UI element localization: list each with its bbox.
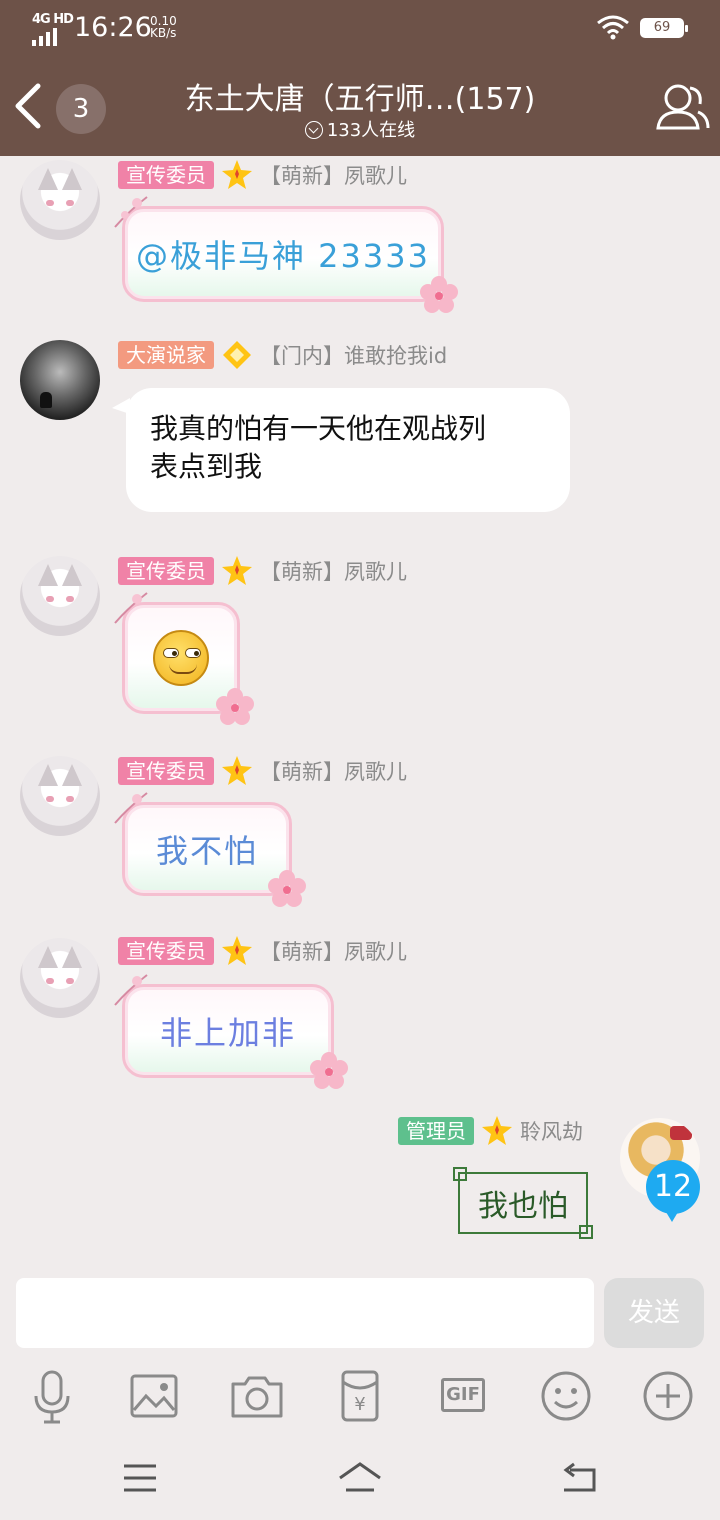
- message-list[interactable]: 宣传委员 【萌新】夙歌儿 @极非马神 23333 大演说家 【门内】谁敢抢我id…: [0, 156, 720, 1266]
- avatar[interactable]: [20, 556, 100, 636]
- online-count[interactable]: 133人在线: [240, 116, 480, 142]
- role-tag: 宣传委员: [118, 757, 214, 785]
- sender-name: 聆风劫: [520, 1120, 583, 1144]
- sakura-branch-icon: [114, 792, 148, 824]
- back-nav-icon[interactable]: [558, 1456, 602, 1500]
- smirk-emoji-icon: [153, 630, 209, 686]
- unread-count-badge[interactable]: 3: [56, 84, 106, 134]
- avatar[interactable]: [20, 340, 100, 420]
- sender-name: 【门内】谁敢抢我id: [260, 344, 448, 368]
- sakura-branch-icon: [114, 592, 148, 624]
- message-meta: 宣传委员 【萌新】夙歌儿: [118, 754, 407, 788]
- message-meta: 大演说家 【门内】谁敢抢我id: [118, 338, 447, 372]
- sticker-bubble[interactable]: 我不怕: [114, 792, 306, 907]
- message-line: 我真的怕有一天他在观战列: [150, 412, 487, 445]
- star-icon: [482, 1116, 512, 1145]
- input-toolbar: ¥ GIF: [0, 1360, 720, 1436]
- plus-icon[interactable]: [638, 1366, 698, 1426]
- emoji-bubble[interactable]: [114, 592, 254, 725]
- sticker-bubble[interactable]: @极非马神 23333: [114, 196, 458, 313]
- network-type: 4G HD: [32, 12, 74, 27]
- net-speed: 0.10 KB/s: [150, 15, 177, 39]
- message-meta: 宣传委员 【萌新】夙歌儿: [118, 158, 407, 192]
- avatar[interactable]: [20, 756, 100, 836]
- sakura-branch-icon: [114, 196, 148, 228]
- sender-name: 【萌新】夙歌儿: [260, 760, 407, 784]
- group-title[interactable]: 东土大唐（五行师…(157): [140, 74, 580, 118]
- menu-icon[interactable]: [118, 1456, 162, 1500]
- message-meta: 管理员 聆风劫: [398, 1114, 583, 1148]
- sender-name: 【萌新】夙歌儿: [260, 164, 407, 188]
- sakura-icon: [420, 276, 458, 313]
- signal-icon: [32, 28, 57, 46]
- sticker-text: @极非马神 23333: [136, 237, 430, 275]
- star-icon: [222, 160, 252, 189]
- text-bubble[interactable]: 我真的怕有一天他在观战列 表点到我: [112, 388, 570, 512]
- sakura-branch-icon: [114, 974, 148, 1006]
- message-line: 表点到我: [150, 450, 263, 483]
- back-arrow-icon[interactable]: [8, 80, 48, 132]
- clock: 16:26: [74, 12, 152, 43]
- online-dropdown-icon: [304, 121, 323, 139]
- sakura-icon: [216, 688, 254, 725]
- unread-badge[interactable]: 12: [646, 1160, 700, 1222]
- net-speed-unit: KB/s: [150, 26, 177, 40]
- role-tag: 宣传委员: [118, 557, 214, 585]
- role-tag: 管理员: [398, 1117, 474, 1145]
- star-icon: [222, 756, 252, 785]
- sakura-icon: [310, 1052, 348, 1089]
- battery-icon: 69: [640, 18, 688, 38]
- members-icon[interactable]: [654, 80, 710, 134]
- online-count-label: 133人在线: [326, 120, 416, 141]
- gif-icon[interactable]: GIF: [433, 1366, 493, 1426]
- camera-icon[interactable]: [227, 1366, 287, 1426]
- chat-header: 3 东土大唐（五行师…(157) 133人在线: [0, 58, 720, 156]
- sender-name: 【萌新】夙歌儿: [260, 940, 407, 964]
- sticker-text: 非上加非: [159, 1014, 296, 1052]
- framed-text: 我也怕: [478, 1189, 568, 1224]
- sender-name: 【萌新】夙歌儿: [260, 560, 407, 584]
- framed-bubble[interactable]: 我也怕: [453, 1167, 593, 1239]
- composer: 发送: [0, 1266, 720, 1360]
- role-tag: 大演说家: [118, 341, 214, 369]
- home-icon[interactable]: [338, 1456, 382, 1500]
- microphone-icon[interactable]: [22, 1366, 82, 1426]
- image-icon[interactable]: [124, 1366, 184, 1426]
- avatar[interactable]: [20, 160, 100, 240]
- send-button[interactable]: 发送: [604, 1278, 704, 1348]
- wifi-icon: [597, 15, 629, 40]
- avatar[interactable]: [20, 938, 100, 1018]
- message-meta: 宣传委员 【萌新】夙歌儿: [118, 934, 407, 968]
- role-tag: 宣传委员: [118, 937, 214, 965]
- sticker-text: 我不怕: [155, 832, 258, 870]
- red-packet-symbol: ¥: [354, 1394, 366, 1415]
- star-icon: [223, 341, 251, 369]
- system-nav-bar: [0, 1436, 720, 1520]
- red-packet-icon[interactable]: ¥: [330, 1366, 390, 1426]
- message-meta: 宣传委员 【萌新】夙歌儿: [118, 554, 407, 588]
- role-tag: 宣传委员: [118, 161, 214, 189]
- message-input[interactable]: [16, 1278, 594, 1348]
- sticker-bubble[interactable]: 非上加非: [114, 974, 348, 1089]
- status-bar: 4G HD 16:26 0.10 KB/s 69: [0, 0, 720, 58]
- emoji-icon[interactable]: [536, 1366, 596, 1426]
- star-icon: [222, 556, 252, 585]
- star-icon: [222, 936, 252, 965]
- gif-label: GIF: [441, 1378, 485, 1412]
- sakura-icon: [268, 870, 306, 907]
